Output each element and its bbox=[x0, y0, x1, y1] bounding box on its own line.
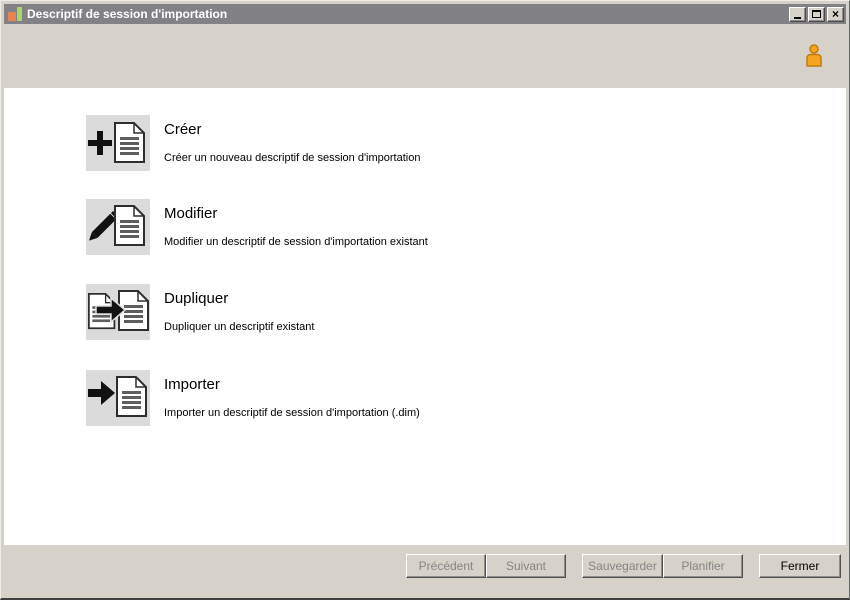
fermer-button[interactable]: Fermer bbox=[759, 554, 841, 578]
close-icon: × bbox=[831, 7, 839, 21]
action-description: Importer un descriptif de session d'impo… bbox=[164, 407, 420, 419]
dialog-window: Descriptif de session d'importation × Cr… bbox=[0, 0, 850, 600]
minimize-icon bbox=[794, 17, 801, 19]
action-title: Créer bbox=[164, 121, 202, 138]
maximize-icon bbox=[812, 10, 821, 18]
minimize-button[interactable] bbox=[789, 6, 806, 22]
titlebar[interactable]: Descriptif de session d'importation × bbox=[4, 4, 846, 24]
person-icon bbox=[804, 44, 824, 67]
footer-button-bar: Précédent Suivant Sauvegarder Planifier … bbox=[4, 545, 846, 595]
action-list: Créer Créer un nouveau descriptif de ses… bbox=[4, 88, 846, 545]
action-creer[interactable]: Créer Créer un nouveau descriptif de ses… bbox=[86, 115, 420, 171]
precedent-button[interactable]: Précédent bbox=[406, 554, 486, 578]
maximize-button[interactable] bbox=[808, 6, 825, 22]
header-band bbox=[4, 24, 846, 88]
import-arrow-document-icon[interactable] bbox=[86, 370, 150, 426]
planifier-button[interactable]: Planifier bbox=[663, 554, 743, 578]
sauvegarder-button[interactable]: Sauvegarder bbox=[582, 554, 663, 578]
bar-chart-window-icon bbox=[7, 6, 23, 22]
action-description: Dupliquer un descriptif existant bbox=[164, 321, 315, 333]
action-title: Modifier bbox=[164, 205, 218, 222]
action-title: Dupliquer bbox=[164, 290, 229, 307]
action-description: Créer un nouveau descriptif de session d… bbox=[164, 152, 421, 164]
plus-document-icon[interactable] bbox=[86, 115, 150, 171]
action-dupliquer[interactable]: Dupliquer Dupliquer un descriptif exista… bbox=[86, 284, 314, 340]
suivant-button[interactable]: Suivant bbox=[486, 554, 566, 578]
action-description: Modifier un descriptif de session d'impo… bbox=[164, 236, 428, 248]
pencil-document-icon[interactable] bbox=[86, 199, 150, 255]
action-title: Importer bbox=[164, 376, 220, 393]
window-title: Descriptif de session d'importation bbox=[27, 7, 228, 21]
action-modifier[interactable]: Modifier Modifier un descriptif de sessi… bbox=[86, 199, 428, 255]
close-button[interactable]: × bbox=[827, 6, 844, 22]
duplicate-document-icon[interactable] bbox=[86, 284, 150, 340]
action-importer[interactable]: Importer Importer un descriptif de sessi… bbox=[86, 370, 420, 426]
